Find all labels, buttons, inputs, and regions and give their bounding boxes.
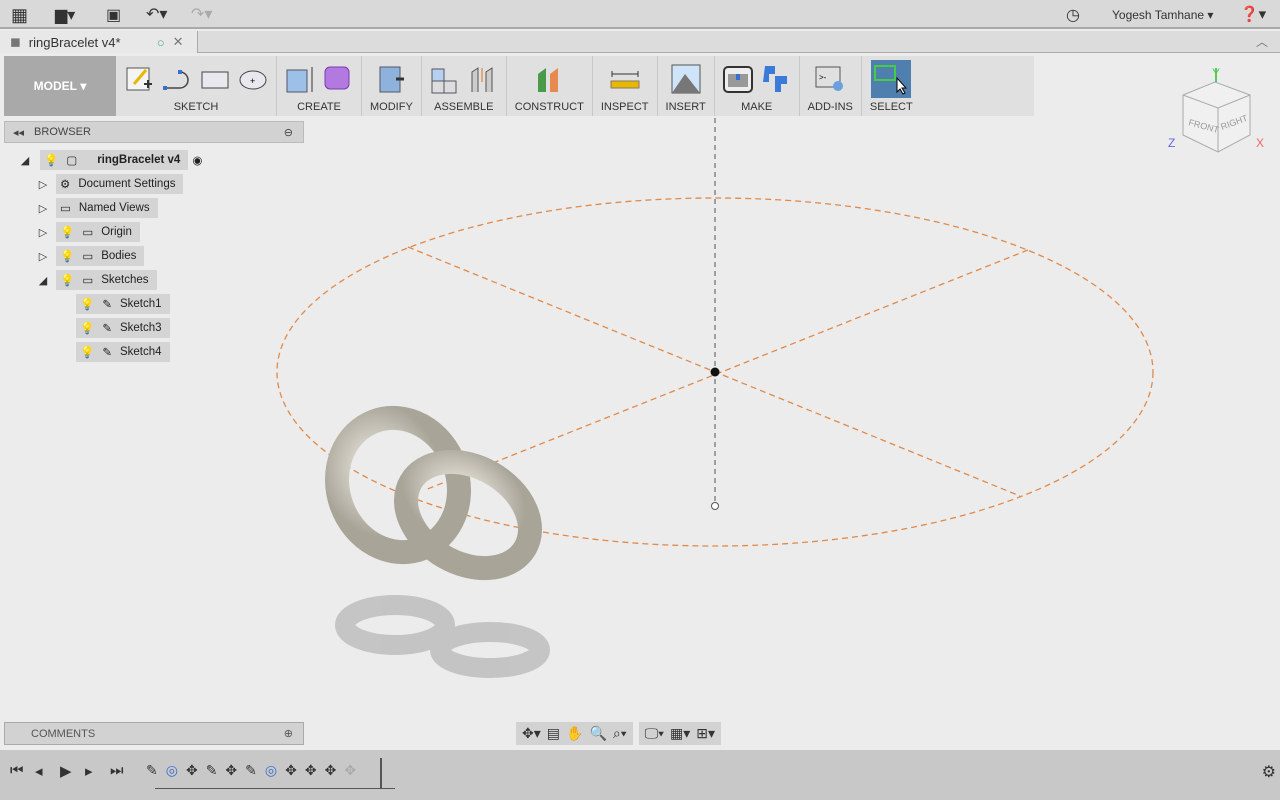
folder-icon: ▭ (82, 275, 94, 287)
move-feature-icon[interactable]: ✥ (225, 762, 237, 779)
grid-icon[interactable]: ▦▾ (670, 725, 690, 742)
expand-icon[interactable]: ▷ (36, 250, 50, 263)
add-comment-icon[interactable]: ⊕ (284, 727, 293, 740)
gear-icon: ⚙ (60, 179, 71, 191)
activate-radio[interactable]: ◉ (192, 153, 202, 167)
expand-icon[interactable]: ◢ (18, 154, 32, 167)
visibility-bulb-icon[interactable]: 💡 (80, 297, 94, 311)
timeline-features: ✎ ◎ ✥ ✎ ✥ ✎ ◎ ✥ ✥ ✥ ✥ (146, 762, 356, 779)
visibility-bulb-icon[interactable]: 💡 (80, 345, 94, 359)
fit-icon[interactable]: ⌕▾ (613, 725, 627, 742)
visibility-bulb-icon[interactable]: 💡 (60, 225, 74, 239)
timeline: ⏮ ◂ ▶ ▸ ⏭ ✎ ◎ ✥ ✎ ✥ ✎ ◎ ✥ ✥ ✥ ✥ ⚙ (0, 750, 1280, 800)
orbit-icon[interactable]: ✥▾ (522, 725, 541, 742)
tree-item-sketch1[interactable]: 💡 ✎ Sketch1 (76, 294, 170, 314)
sketch-feature-icon[interactable]: ✎ (245, 762, 257, 779)
comments-title: COMMENTS (31, 727, 96, 740)
zoom-icon[interactable]: 🔍 (589, 725, 606, 742)
play-icon[interactable]: ▶ (60, 762, 72, 780)
visibility-bulb-icon[interactable]: 💡 (44, 153, 58, 167)
item-label: Document Settings (78, 178, 176, 190)
shadow (335, 595, 550, 678)
move-feature-icon[interactable]: ✥ (186, 762, 198, 779)
navigation-bar: ✥▾ ▤ ✋ 🔍 ⌕▾ 🖵▾ ▦▾ ⊞▾ (516, 722, 722, 745)
move-feature-icon[interactable]: ✥ (305, 762, 317, 779)
folder-icon: ▭ (60, 203, 71, 215)
visibility-bulb-icon[interactable]: 💡 (60, 273, 74, 287)
tree-item-sketch4[interactable]: 💡 ✎ Sketch4 (76, 342, 170, 362)
axis-y-label: Y (1212, 66, 1220, 80)
go-to-start-icon[interactable]: ⏮ (10, 762, 24, 779)
axis-x-label: X (1256, 136, 1264, 150)
viewcube[interactable]: Y Z X FRONT RIGHT (1168, 66, 1264, 153)
comments-panel[interactable]: COMMENTS ⊕ (4, 722, 304, 745)
browser-title: BROWSER (34, 126, 91, 138)
axis-z-label: Z (1168, 136, 1175, 150)
expand-icon[interactable]: ▷ (36, 226, 50, 239)
tree-item-sketch3[interactable]: 💡 ✎ Sketch3 (76, 318, 170, 338)
sketch-icon: ✎ (102, 347, 112, 359)
tree-item-origin[interactable]: ▷ 💡 ▭ Origin (36, 222, 140, 242)
move-feature-icon[interactable]: ✥ (325, 762, 337, 779)
viewports-icon[interactable]: ⊞▾ (696, 725, 715, 742)
center-point[interactable] (710, 367, 720, 377)
item-label: Named Views (78, 202, 150, 214)
suppressed-feature-icon[interactable]: ✥ (344, 762, 356, 779)
end-point[interactable] (711, 502, 719, 510)
sketch-line[interactable] (424, 249, 1029, 491)
item-label: Bodies (101, 250, 137, 262)
display-settings-icon[interactable]: 🖵▾ (645, 725, 664, 742)
go-to-end-icon[interactable]: ⏭ (110, 762, 124, 779)
item-label: Sketch3 (119, 322, 162, 334)
tree-item-sketches[interactable]: ◢ 💡 ▭ Sketches (36, 270, 157, 290)
minimize-icon[interactable]: ⊖ (284, 126, 293, 139)
folder-icon: ▭ (82, 251, 94, 263)
move-feature-icon[interactable]: ✥ (285, 762, 297, 779)
collapse-browser-icon[interactable]: ◂◂ (13, 126, 24, 139)
browser-header[interactable]: ◂◂ BROWSER ⊖ (4, 121, 304, 143)
sketch-feature-icon[interactable]: ✎ (206, 762, 218, 779)
sketch-icon: ✎ (102, 323, 112, 335)
look-at-icon[interactable]: ▤ (547, 725, 560, 742)
revolve-feature-icon[interactable]: ◎ (265, 762, 277, 779)
item-label: Origin (101, 226, 132, 238)
step-forward-icon[interactable]: ▸ (85, 762, 93, 780)
sketch-feature-icon[interactable]: ✎ (146, 762, 158, 779)
revolve-feature-icon[interactable]: ◎ (166, 762, 178, 779)
item-label: Sketch4 (119, 346, 162, 358)
pan-icon[interactable]: ✋ (566, 725, 583, 742)
expand-icon[interactable]: ▷ (36, 178, 50, 191)
sketch-icon: ✎ (102, 299, 112, 311)
root-label: ringBracelet v4 (97, 154, 181, 166)
item-label: Sketch1 (119, 298, 162, 310)
viewport-canvas[interactable]: Y Z X FRONT RIGHT (0, 0, 1280, 800)
expand-icon[interactable]: ▷ (36, 202, 50, 215)
tree-item-named-views[interactable]: ▷ ▭ Named Views (36, 198, 158, 218)
torus-bodies (325, 405, 542, 581)
item-label: Sketches (101, 274, 149, 286)
tree-item-bodies[interactable]: ▷ 💡 ▭ Bodies (36, 246, 145, 266)
visibility-bulb-icon[interactable]: 💡 (80, 321, 94, 335)
component-icon: ▢ (66, 155, 78, 167)
tree-item-document-settings[interactable]: ▷ ⚙ Document Settings (36, 174, 184, 194)
collapse-icon[interactable]: ◢ (36, 274, 50, 287)
timeline-track (155, 788, 395, 789)
step-back-icon[interactable]: ◂ (35, 762, 43, 780)
folder-icon: ▭ (82, 227, 94, 239)
visibility-bulb-icon[interactable]: 💡 (60, 249, 74, 263)
tree-root[interactable]: ◢ 💡 ▢ ringBracelet v4 ◉ (18, 150, 202, 170)
settings-gear-icon[interactable]: ⚙ (1262, 762, 1276, 782)
timeline-marker[interactable] (380, 758, 382, 788)
